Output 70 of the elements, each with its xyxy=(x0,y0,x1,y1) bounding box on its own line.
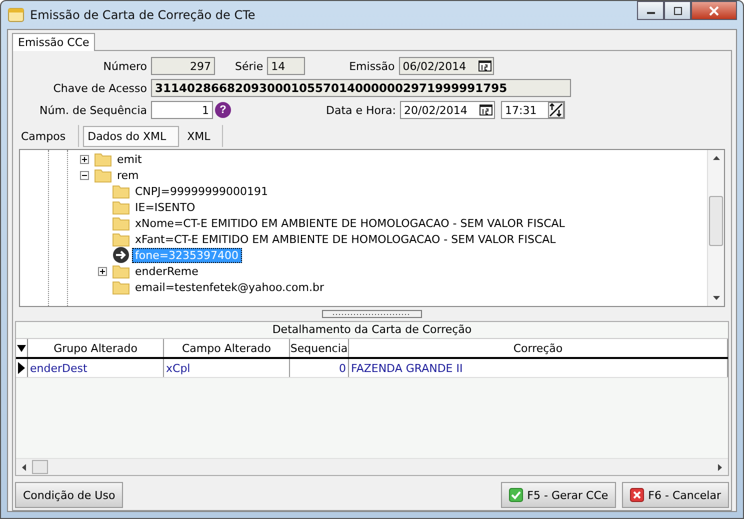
horizontal-scrollbar[interactable] xyxy=(16,458,728,475)
scroll-up-icon[interactable] xyxy=(712,156,720,160)
tree-item[interactable]: enderReme xyxy=(132,264,202,278)
app-icon xyxy=(8,8,24,22)
close-icon xyxy=(708,6,720,16)
sequence-field[interactable]: 1 xyxy=(151,101,213,119)
column-header[interactable]: Campo Alterado xyxy=(164,339,290,357)
cancel-button[interactable]: F6 - Cancelar xyxy=(622,482,729,508)
folder-icon xyxy=(112,232,130,246)
tab[interactable]: Dados do XML xyxy=(82,126,180,147)
date-field[interactable]: 20/02/2014 xyxy=(400,101,495,119)
collapse-icon[interactable] xyxy=(80,170,89,180)
help-button[interactable]: ? xyxy=(215,102,231,118)
calendar-icon[interactable] xyxy=(479,104,493,116)
column-header[interactable]: Sequencia xyxy=(290,339,349,357)
scroll-thumb[interactable] xyxy=(32,460,48,474)
table-cell: FAZENDA GRANDE II xyxy=(349,359,728,377)
scroll-left-icon[interactable] xyxy=(22,464,26,470)
scroll-thumb[interactable] xyxy=(709,196,723,246)
tree-item[interactable]: IE=ISENTO xyxy=(132,200,198,214)
tree-item[interactable]: xNome=CT-E EMITIDO EM AMBIENTE DE HOMOLOGACAO - SEM VALOR FISCAL xyxy=(132,216,568,230)
scroll-right-icon[interactable] xyxy=(718,464,722,470)
tab[interactable]: XML xyxy=(183,125,224,147)
series-field[interactable]: 14 xyxy=(267,57,306,75)
cancel-icon xyxy=(630,488,644,502)
calendar-icon[interactable] xyxy=(478,60,492,72)
folder-icon xyxy=(94,168,112,182)
tree-item[interactable]: emit xyxy=(114,152,145,166)
field-label: Número xyxy=(102,60,148,72)
dropdown-icon[interactable] xyxy=(17,344,26,352)
tree-item[interactable]: CNPJ=99999999000191 xyxy=(132,184,271,198)
field-label: Série xyxy=(235,60,264,72)
generate-button[interactable]: F5 - Gerar CCe xyxy=(501,482,616,508)
maximize-icon xyxy=(672,6,682,14)
column-header[interactable]: Grupo Alterado xyxy=(28,339,164,357)
field-label: Chave de Acesso xyxy=(52,82,148,94)
table-cell: enderDest xyxy=(28,359,164,377)
scroll-down-icon[interactable] xyxy=(712,296,720,300)
field-label: Emissão xyxy=(349,60,396,72)
number-field[interactable]: 297 xyxy=(151,57,215,75)
date-field[interactable]: 06/02/2014 xyxy=(398,57,494,75)
spin-icon[interactable] xyxy=(548,102,564,118)
time-field[interactable]: 17:31 xyxy=(501,101,565,119)
field-label: Data e Hora: xyxy=(326,104,397,116)
folder-icon xyxy=(112,280,130,294)
check-icon xyxy=(509,488,524,502)
expand-icon[interactable] xyxy=(80,154,89,164)
window-title: Emissão de Carta de Correção de CTe xyxy=(30,8,256,22)
access-key-field[interactable]: 31140286682093000105570140000002971999991795 xyxy=(151,79,571,97)
folder-icon xyxy=(112,200,130,214)
expand-icon[interactable] xyxy=(98,266,107,276)
splitter-handle[interactable] xyxy=(322,310,422,318)
folder-icon xyxy=(112,216,130,230)
tree-item[interactable]: xFant=CT-E EMITIDO EM AMBIENTE DE HOMOLOGACAO - SEM VALOR FISCAL xyxy=(132,232,559,246)
close-button[interactable] xyxy=(691,1,737,20)
table-cell: xCpl xyxy=(164,359,290,377)
folder-icon xyxy=(94,152,112,166)
field-label: Núm. de Sequência xyxy=(38,104,148,116)
maximize-button[interactable] xyxy=(664,1,691,20)
terms-of-use-button[interactable]: Condição de Uso xyxy=(15,482,124,508)
column-header[interactable]: Correção xyxy=(349,339,728,357)
tree-item[interactable]: email=testenfetek@yahoo.com.br xyxy=(132,280,327,294)
folder-icon xyxy=(112,264,130,278)
tab[interactable]: Emissão CCe xyxy=(12,33,96,51)
folder-icon xyxy=(112,184,130,198)
tab[interactable]: Campos xyxy=(17,125,79,147)
vertical-scrollbar[interactable] xyxy=(707,150,724,306)
tree-item[interactable]: rem xyxy=(114,168,142,182)
minimize-button[interactable] xyxy=(637,1,664,20)
table-cell: 0 xyxy=(290,359,349,377)
